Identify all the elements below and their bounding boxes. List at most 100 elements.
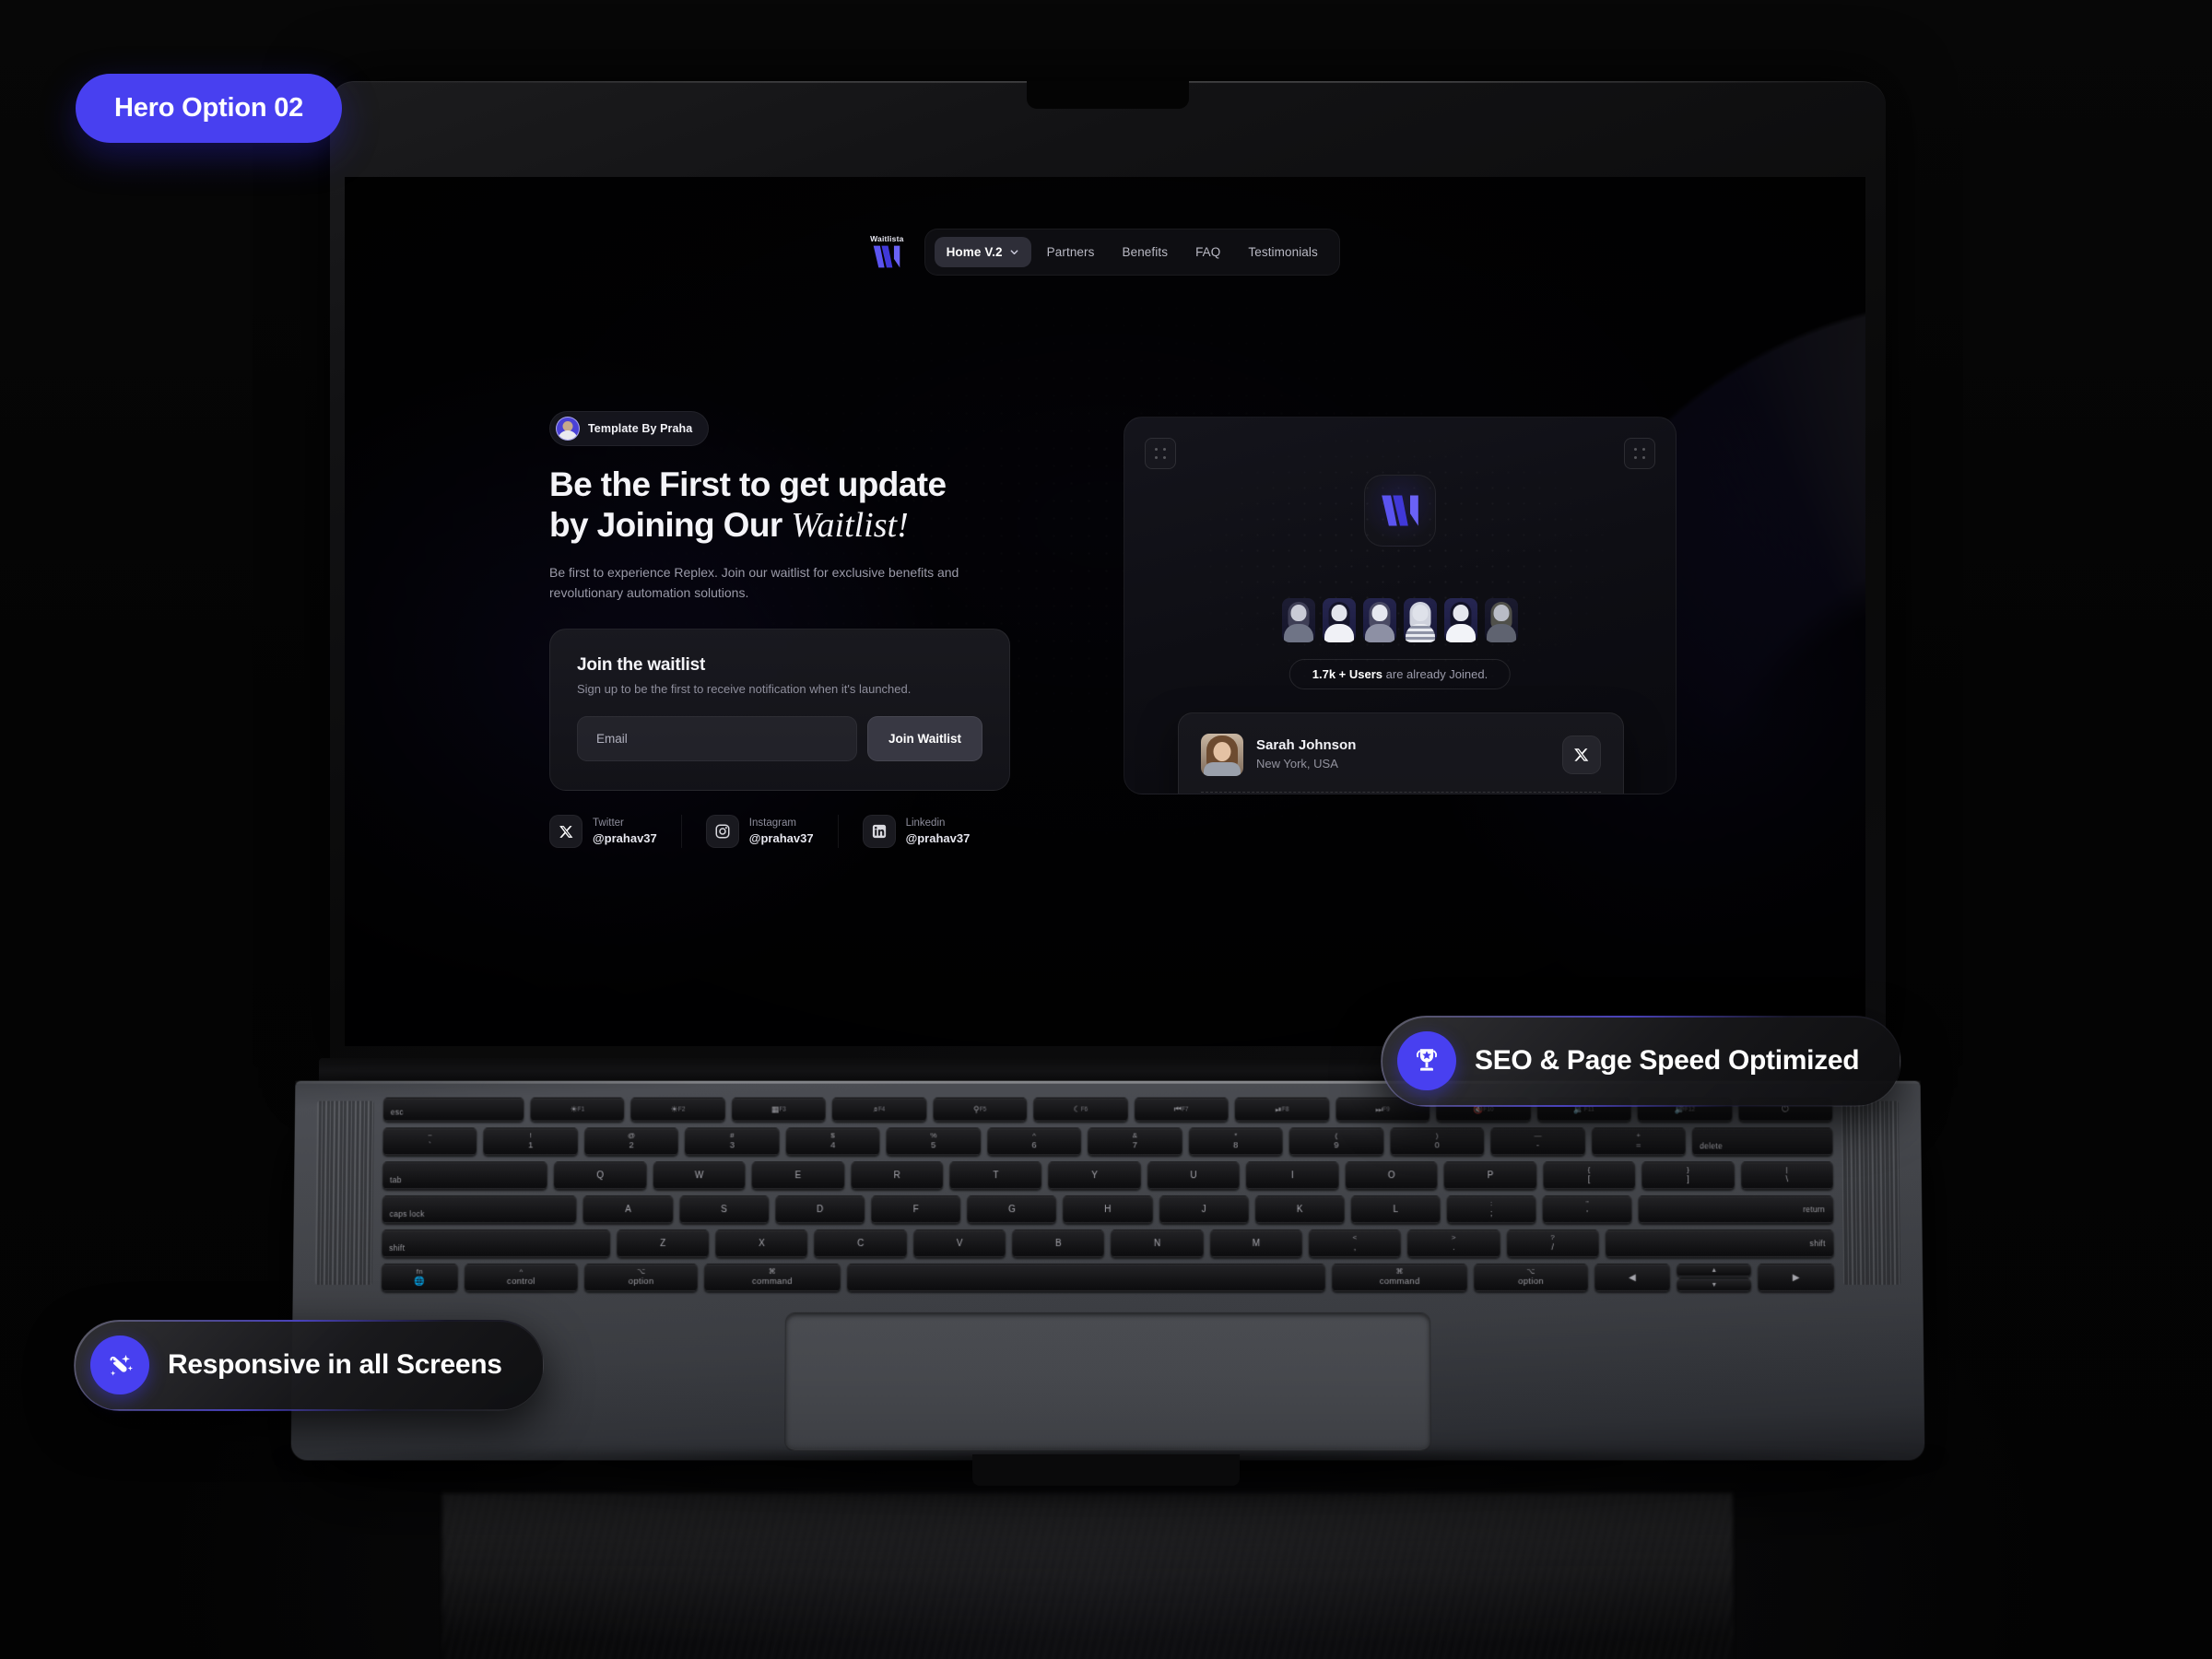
template-author-badge[interactable]: Template By Praha: [549, 411, 710, 446]
corner-bracket-top-right: [1624, 438, 1655, 469]
nav-item-benefits[interactable]: Benefits: [1110, 237, 1180, 267]
key-1[interactable]: ! 1: [483, 1127, 579, 1156]
key-b[interactable]: B: [1012, 1230, 1105, 1258]
join-waitlist-button[interactable]: Join Waitlist: [866, 716, 982, 762]
key-caps-lock[interactable]: caps lock: [382, 1195, 578, 1224]
key-delete[interactable]: delete: [1691, 1127, 1833, 1156]
key-arrow-left[interactable]: ◀: [1594, 1264, 1671, 1291]
key-z[interactable]: Z: [616, 1230, 710, 1258]
speaker-grille-left: [314, 1100, 374, 1285]
key-s[interactable]: S: [678, 1195, 770, 1224]
key-k[interactable]: K: [1254, 1195, 1345, 1224]
key-m[interactable]: M: [1209, 1230, 1303, 1258]
seo-badge-label: SEO & Page Speed Optimized: [1475, 1045, 1860, 1076]
key-c[interactable]: C: [814, 1230, 907, 1258]
key-f6[interactable]: ☾ F6: [1033, 1097, 1128, 1122]
social-link-linkedin[interactable]: Linkedin @prahav37: [837, 815, 994, 849]
key-space[interactable]: [846, 1264, 1325, 1291]
key-f3[interactable]: ▦ F3: [731, 1097, 826, 1122]
key-v[interactable]: V: [912, 1230, 1006, 1258]
key-control[interactable]: ^ control: [464, 1264, 579, 1291]
key-4[interactable]: $4: [785, 1127, 880, 1156]
key-period[interactable]: >.: [1407, 1230, 1500, 1258]
key-u[interactable]: U: [1147, 1161, 1241, 1190]
key-d[interactable]: D: [775, 1195, 865, 1224]
key-command-right[interactable]: ⌘ command: [1331, 1264, 1468, 1291]
key-tab[interactable]: tab: [382, 1161, 548, 1190]
key-w[interactable]: W: [653, 1161, 746, 1190]
key-o[interactable]: O: [1345, 1161, 1438, 1190]
brand-logo[interactable]: Waitlista: [870, 235, 903, 270]
key-f[interactable]: F: [871, 1195, 961, 1224]
key-j[interactable]: J: [1159, 1195, 1249, 1224]
nav-item-home[interactable]: Home V.2: [934, 237, 1031, 267]
key-7[interactable]: & 7: [1088, 1127, 1182, 1156]
key-f5[interactable]: ⚲ F5: [933, 1097, 1028, 1122]
site-navigation: Waitlista Home V.2 Partners Benefits FAQ…: [345, 229, 1865, 276]
key-3[interactable]: #3: [685, 1127, 780, 1156]
key-e[interactable]: E: [751, 1161, 845, 1190]
key-command-left[interactable]: ⌘ command: [704, 1264, 841, 1291]
x-twitter-icon[interactable]: [1562, 735, 1601, 774]
key-slash[interactable]: ? /: [1506, 1230, 1600, 1258]
key-quote[interactable]: " ': [1542, 1195, 1633, 1224]
key-backslash[interactable]: | \: [1740, 1161, 1834, 1190]
key-f7[interactable]: ⏮ F7: [1134, 1097, 1229, 1122]
key-l[interactable]: L: [1350, 1195, 1441, 1224]
key-shift-right[interactable]: shift: [1605, 1230, 1834, 1258]
key-r[interactable]: R: [850, 1161, 944, 1190]
nav-item-faq[interactable]: FAQ: [1183, 237, 1232, 267]
key-g[interactable]: G: [967, 1195, 1057, 1224]
key-n[interactable]: N: [1111, 1230, 1204, 1258]
key-shift-left[interactable]: shift: [382, 1230, 611, 1258]
key-5[interactable]: % 5: [886, 1127, 982, 1156]
key-bracket-left[interactable]: {[: [1542, 1161, 1636, 1190]
key-h[interactable]: H: [1063, 1195, 1153, 1224]
key-f8[interactable]: ⏯ F8: [1234, 1097, 1330, 1122]
social-links: Twitter @prahav37 Instagram @prahav37 Li…: [549, 815, 1102, 849]
key-8[interactable]: * 8: [1188, 1127, 1284, 1156]
key-f1[interactable]: ☀ F1: [530, 1097, 625, 1122]
key-f4[interactable]: ⌕ F4: [831, 1097, 927, 1122]
key-t[interactable]: T: [949, 1161, 1042, 1190]
speaker-grille-right: [1841, 1100, 1901, 1285]
key-i[interactable]: I: [1246, 1161, 1339, 1190]
social-link-twitter[interactable]: Twitter @prahav37: [549, 815, 681, 849]
trophy-glyph: [1416, 1049, 1438, 1071]
key-backtick[interactable]: ~ `: [382, 1127, 477, 1156]
showcase-logo-tile: [1364, 475, 1436, 547]
user-avatar: [1444, 598, 1477, 642]
user-count-value: 1.7k + Users: [1312, 667, 1383, 681]
key-0[interactable]: ) 0: [1390, 1127, 1485, 1156]
responsive-badge-chip: Responsive in all Screens: [74, 1320, 544, 1410]
key-fn[interactable]: fn 🌐: [381, 1264, 458, 1291]
key-option-right[interactable]: ⌥ option: [1474, 1264, 1588, 1291]
key-q[interactable]: Q: [553, 1161, 647, 1190]
key-bracket-right[interactable]: }]: [1641, 1161, 1735, 1190]
email-input[interactable]: Email: [577, 716, 857, 762]
nav-item-partners[interactable]: Partners: [1035, 237, 1107, 267]
key-semicolon[interactable]: :;: [1446, 1195, 1536, 1224]
key-y[interactable]: Y: [1048, 1161, 1141, 1190]
key-esc[interactable]: esc: [382, 1097, 524, 1122]
key-p[interactable]: P: [1443, 1161, 1537, 1190]
key-equals[interactable]: + =: [1591, 1127, 1687, 1156]
social-link-instagram[interactable]: Instagram @prahav37: [680, 815, 838, 849]
key-2[interactable]: @2: [583, 1127, 679, 1156]
key-f2[interactable]: ☀ F2: [630, 1097, 725, 1122]
key-minus[interactable]: — -: [1490, 1127, 1585, 1156]
keyboard[interactable]: esc ☀ F1 ☀ F2 ▦ F3 ⌕ F4 ⚲ F5 ☾ F6 ⏮ F7 ⏯ F8 ⏭ F9 …: [381, 1097, 1835, 1292]
key-arrow-up[interactable]: ▲: [1677, 1264, 1752, 1277]
key-return[interactable]: return: [1638, 1195, 1834, 1224]
key-x[interactable]: X: [715, 1230, 808, 1258]
key-a[interactable]: A: [582, 1195, 674, 1224]
key-arrow-down[interactable]: ▼: [1677, 1277, 1752, 1291]
key-6[interactable]: ^ 6: [987, 1127, 1082, 1156]
key-option-left[interactable]: ⌥ option: [583, 1264, 699, 1291]
nav-item-testimonials[interactable]: Testimonials: [1236, 237, 1329, 267]
key-arrow-right[interactable]: ▶: [1758, 1264, 1835, 1291]
key-9[interactable]: (9: [1288, 1127, 1384, 1156]
trackpad[interactable]: [784, 1312, 1431, 1452]
key-comma[interactable]: <,: [1308, 1230, 1402, 1258]
keyboard-row-bottom: fn 🌐 ^ control ⌥ option ⌘ command ⌘ command ⌥…: [381, 1264, 1835, 1291]
